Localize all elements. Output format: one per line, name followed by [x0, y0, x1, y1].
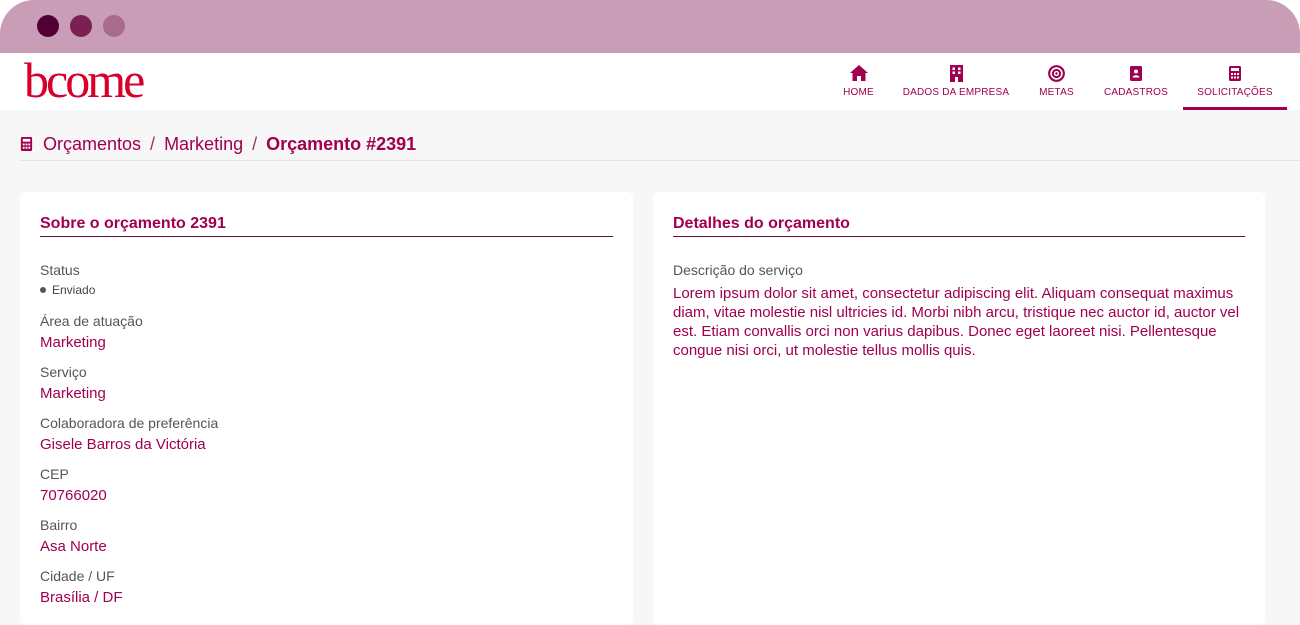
breadcrumb-current: Orçamento #2391: [266, 133, 417, 154]
top-navbar: bcome HOME DADOS DA EMPRESA METAS CADAST…: [0, 53, 1300, 110]
field-value: Gisele Barros da Victória: [40, 436, 206, 453]
field-area-de-atuacao: Área de atuação Marketing: [40, 313, 143, 351]
nav-item-cadastros[interactable]: CADASTROS: [1102, 53, 1170, 110]
brand-logo[interactable]: bcome: [24, 55, 145, 105]
nav-item-label: CADASTROS: [1103, 87, 1169, 98]
window-titlebar: [0, 0, 1300, 53]
contact-book-icon: [1130, 64, 1142, 82]
field-label: Serviço: [40, 364, 87, 380]
card-divider: [673, 236, 1245, 237]
window-minimize-button[interactable]: [70, 15, 92, 37]
breadcrumb: Orçamentos / Marketing / Orçamento #2391: [20, 133, 416, 155]
breadcrumb-separator: /: [252, 133, 258, 154]
nav-item-label: DADOS DA EMPRESA: [902, 87, 1010, 98]
nav-item-label: METAS: [1039, 87, 1074, 98]
calculator-icon: [1229, 64, 1241, 82]
field-value: Asa Norte: [40, 538, 107, 555]
field-label: Cidade / UF: [40, 568, 115, 584]
window-maximize-button[interactable]: [103, 15, 125, 37]
breadcrumb-link-orcamentos[interactable]: Orçamentos: [43, 134, 141, 155]
field-label: Status: [40, 262, 80, 278]
calculator-icon: [20, 137, 33, 151]
about-card: Sobre o orçamento 2391 Status Enviado Ár…: [20, 192, 633, 625]
field-label: CEP: [40, 466, 69, 482]
field-value: 70766020: [40, 487, 107, 504]
field-cidade-uf: Cidade / UF Brasília / DF: [40, 568, 123, 606]
breadcrumb-link-marketing[interactable]: Marketing: [164, 134, 243, 155]
about-card-title: Sobre o orçamento 2391: [40, 215, 226, 232]
field-colaboradora: Colaboradora de preferência Gisele Barro…: [40, 415, 218, 453]
target-icon: [1048, 64, 1065, 82]
nav-item-metas[interactable]: METAS: [1036, 53, 1077, 110]
building-icon: [949, 64, 963, 82]
description-text: Lorem ipsum dolor sit amet, consectetur …: [673, 285, 1240, 359]
status-dot-icon: [40, 287, 46, 293]
card-divider: [40, 236, 613, 237]
status-value: Enviado: [52, 283, 96, 297]
field-label: Área de atuação: [40, 313, 143, 329]
breadcrumb-separator: /: [150, 133, 156, 154]
home-icon: [849, 64, 868, 82]
field-value: Marketing: [40, 334, 106, 351]
nav-item-label: HOME: [843, 87, 874, 98]
field-servico: Serviço Marketing: [40, 364, 106, 402]
field-bairro: Bairro Asa Norte: [40, 517, 107, 555]
nav-item-solicitacoes[interactable]: SOLICITAÇÕES: [1183, 53, 1287, 110]
description-label: Descrição do serviço: [673, 262, 803, 278]
field-label: Bairro: [40, 517, 78, 533]
app-window: bcome HOME DADOS DA EMPRESA METAS CADAST…: [0, 0, 1300, 625]
details-card: Detalhes do orçamento Descrição do servi…: [653, 192, 1265, 625]
status-badge: Enviado: [40, 283, 95, 297]
nav-item-home[interactable]: HOME: [840, 53, 877, 110]
field-label: Colaboradora de preferência: [40, 415, 219, 431]
window-close-button[interactable]: [37, 15, 59, 37]
nav-item-label: SOLICITAÇÕES: [1197, 87, 1273, 98]
field-status: Status Enviado: [40, 262, 95, 297]
breadcrumb-divider: [20, 160, 1300, 161]
field-value: Brasília / DF: [40, 589, 123, 606]
details-card-title: Detalhes do orçamento: [673, 215, 850, 232]
field-cep: CEP 70766020: [40, 466, 107, 504]
field-value: Marketing: [40, 385, 106, 402]
nav-item-dados-da-empresa[interactable]: DADOS DA EMPRESA: [900, 53, 1012, 110]
